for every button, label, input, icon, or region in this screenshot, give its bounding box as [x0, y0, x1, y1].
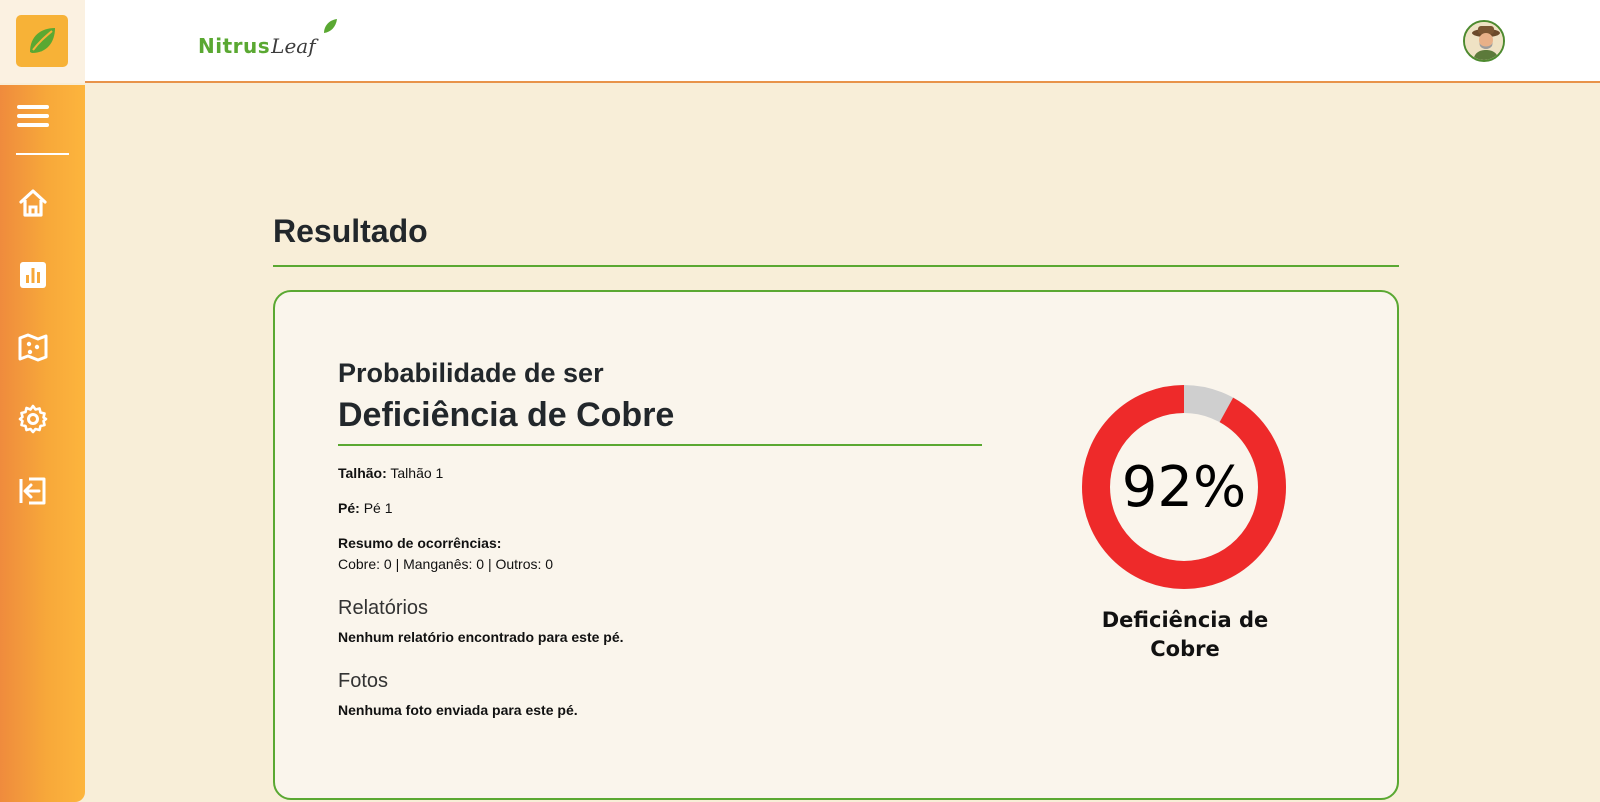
photos-heading: Fotos	[338, 670, 389, 692]
sidebar-item-logout[interactable]	[14, 472, 52, 510]
sidebar-item-map[interactable]	[14, 328, 52, 366]
user-avatar-icon	[1465, 22, 1503, 60]
gauge-value: 92%	[1121, 454, 1247, 520]
sprout-icon	[324, 19, 337, 33]
pe-row: Pé: Pé 1	[338, 500, 393, 516]
reports-empty-text: Nenhum relatório encontrado para este pé…	[338, 629, 624, 645]
probability-label: Probabilidade de ser	[338, 358, 604, 388]
photos-empty-text: Nenhuma foto enviada para este pé.	[338, 702, 578, 718]
avatar[interactable]	[1463, 20, 1505, 62]
home-icon	[19, 189, 47, 217]
menu-icon	[17, 105, 49, 127]
leaf-icon	[30, 28, 55, 53]
summary-label: Resumo de ocorrências:	[338, 535, 502, 551]
logout-icon	[19, 477, 46, 505]
gauge-label-line1: Deficiência de	[1101, 608, 1269, 632]
reports-heading: Relatórios	[338, 597, 429, 619]
summary-value: Cobre: 0 | Manganês: 0 | Outros: 0	[338, 556, 554, 572]
brand-logo[interactable]: Nitrus Leaf	[198, 18, 337, 58]
sidebar-item-reports[interactable]	[14, 256, 52, 294]
talhao-value: Talhão 1	[390, 465, 444, 481]
app-logo[interactable]	[16, 15, 68, 67]
sidebar-item-settings[interactable]	[14, 400, 52, 438]
gauge-label: Deficiência de Cobre	[1060, 606, 1310, 664]
talhao-label: Talhão:	[338, 465, 387, 481]
chart-icon	[20, 262, 46, 288]
top-header: Nitrus Leaf	[0, 0, 1600, 83]
title-divider	[273, 265, 1399, 267]
menu-button[interactable]	[14, 97, 52, 135]
talhao-row: Talhão: Talhão 1	[338, 465, 443, 481]
gear-icon	[18, 404, 48, 434]
result-card: Probabilidade de ser Deficiência de Cobr…	[273, 290, 1399, 800]
gauge-label-line2: Cobre	[1150, 637, 1220, 661]
sidebar-divider	[16, 153, 69, 155]
sidebar-item-home[interactable]	[14, 184, 52, 222]
brand-name-part2: Leaf	[271, 34, 316, 58]
diagnosis-name: Deficiência de Cobre	[338, 396, 675, 434]
pe-value: Pé 1	[363, 500, 393, 516]
pe-label: Pé:	[338, 500, 360, 516]
diagnosis-divider	[338, 444, 982, 446]
sidebar	[0, 85, 85, 802]
page-title: Resultado	[273, 213, 428, 249]
probability-gauge: 92%	[1082, 385, 1286, 589]
brand-name-part1: Nitrus	[198, 34, 271, 58]
map-icon	[18, 333, 48, 362]
logo-area	[0, 0, 85, 83]
